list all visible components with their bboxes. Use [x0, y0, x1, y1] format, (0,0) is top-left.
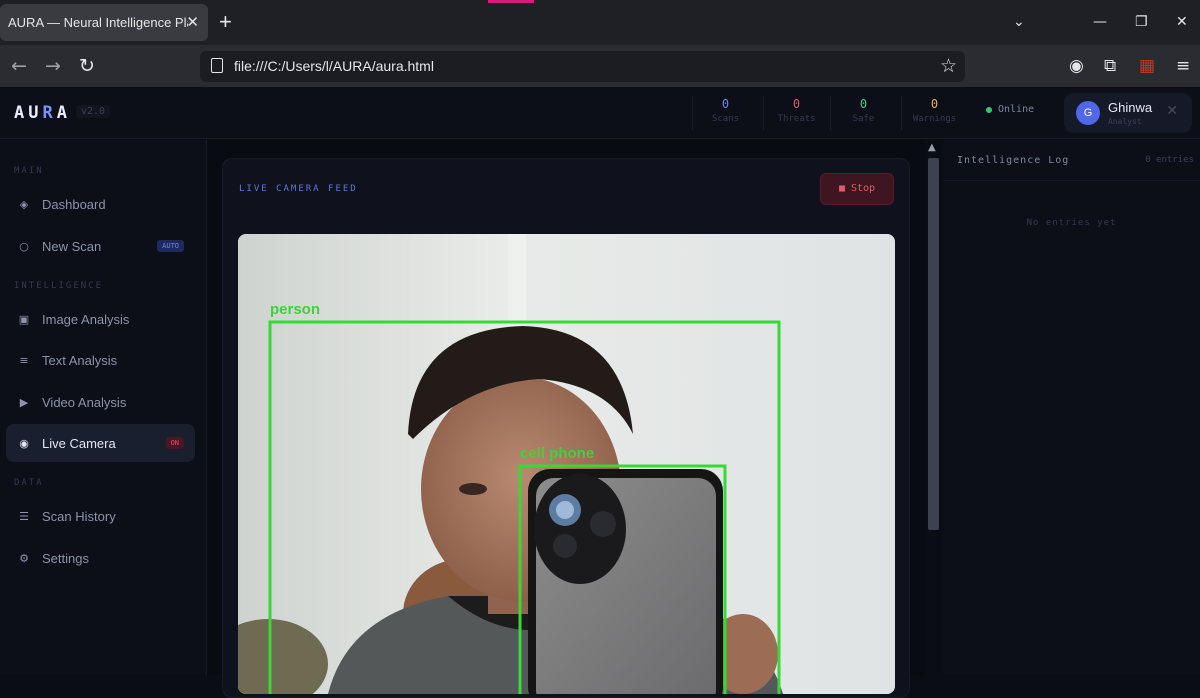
reload-icon[interactable]: ↻ — [79, 54, 95, 78]
stat-scans: 0 Scans — [692, 96, 758, 130]
log-empty-message: No entries yet — [1026, 218, 1117, 228]
on-badge: ON — [165, 437, 184, 449]
scrollbar[interactable]: ▲ — [925, 140, 943, 675]
scrollbar-thumb[interactable] — [928, 158, 939, 530]
page-icon — [211, 58, 223, 73]
tab-close-icon[interactable]: ✕ — [186, 13, 199, 31]
sidebar-item-label: Text Analysis — [42, 352, 118, 368]
stat-label: Safe — [852, 114, 875, 124]
new-tab-button[interactable]: + — [219, 10, 232, 34]
dashboard-icon: ◈ — [19, 197, 29, 211]
tab-title: AURA — Neural Intelligence Platform — [8, 15, 188, 30]
auto-badge: AUTO — [157, 240, 184, 252]
card-title: LIVE CAMERA FEED — [239, 184, 358, 194]
close-icon[interactable]: ✕ — [1166, 103, 1178, 119]
play-icon: ▶ — [19, 395, 29, 409]
sidebar-item-live-camera[interactable]: ◉ Live Camera ON — [6, 424, 195, 462]
sidebar-item-label: New Scan — [42, 238, 102, 254]
restore-icon[interactable]: ❐ — [1135, 12, 1148, 32]
status-dot-icon — [986, 106, 992, 113]
section-label-data: DATA — [14, 478, 44, 488]
extension-red-icon[interactable]: ▦ — [1139, 55, 1155, 77]
app-header: AURA v2.0 0 Scans 0 Threats 0 Safe 0 War… — [0, 87, 1200, 139]
camera-feed: person cell phone — [238, 234, 895, 694]
user-name: Ghinwa — [1108, 100, 1153, 115]
tab-accent-line — [488, 0, 534, 3]
new-scan-icon: ○ — [19, 239, 29, 253]
camera-frame: person cell phone — [238, 234, 895, 694]
sidebar-item-label: Live Camera — [42, 435, 116, 451]
stat-warnings: 0 Warnings — [901, 96, 967, 130]
scroll-up-arrow-icon[interactable]: ▲ — [928, 142, 936, 153]
address-bar[interactable]: file:///C:/Users/l/AURA/aura.html ☆ — [200, 51, 965, 82]
sidebar-item-new-scan[interactable]: ○ New Scan AUTO — [6, 227, 195, 265]
account-icon[interactable]: ◉ — [1069, 55, 1084, 77]
sidebar-item-label: Video Analysis — [42, 394, 127, 410]
status-indicator: Online — [986, 104, 1034, 115]
sidebar: MAIN ◈ Dashboard ○ New Scan AUTO INTELLI… — [0, 140, 207, 675]
sidebar-item-label: Scan History — [42, 508, 116, 524]
stat-label: Scans — [711, 114, 740, 124]
extensions-icon[interactable]: ⧉ — [1104, 55, 1116, 77]
log-title: Intelligence Log — [957, 155, 1070, 166]
version-badge: v2.0 — [76, 105, 111, 118]
camera-icon: ◉ — [19, 436, 29, 450]
back-arrow-icon[interactable]: ← — [11, 54, 27, 78]
close-window-icon[interactable]: ✕ — [1176, 12, 1188, 32]
sidebar-item-label: Image Analysis — [42, 311, 130, 327]
stat-label: Threats — [777, 114, 816, 124]
detection-label-cell-phone: cell phone — [520, 445, 594, 462]
intelligence-log-panel: Intelligence Log 0 entries No entries ye… — [943, 140, 1200, 675]
browser-tab[interactable]: AURA — Neural Intelligence Platform ✕ — [0, 4, 208, 41]
live-camera-card: LIVE CAMERA FEED ■ Stop person cell phon… — [222, 158, 910, 698]
app-logo: AURA — [14, 103, 71, 123]
stat-value: 0 — [721, 97, 730, 111]
sidebar-item-settings[interactable]: ⚙ Settings — [6, 539, 195, 577]
log-entry-count: 0 entries — [1145, 155, 1194, 165]
sidebar-item-image-analysis[interactable]: ▣ Image Analysis — [6, 300, 195, 338]
detection-label-person: person — [270, 301, 320, 318]
bookmark-star-icon[interactable]: ☆ — [940, 55, 957, 77]
stat-value: 0 — [792, 97, 801, 111]
tab-list-chevron-icon[interactable]: ⌄ — [1013, 12, 1025, 32]
sidebar-item-video-analysis[interactable]: ▶ Video Analysis — [6, 383, 195, 421]
status-text: Online — [998, 104, 1035, 115]
gear-icon: ⚙ — [19, 551, 29, 565]
avatar: G — [1076, 101, 1100, 125]
log-divider — [943, 180, 1200, 181]
sidebar-item-label: Settings — [42, 550, 89, 566]
section-label-main: MAIN — [14, 166, 44, 176]
browser-tab-bar: AURA — Neural Intelligence Platform ✕ + … — [0, 0, 1200, 45]
url-text[interactable]: file:///C:/Users/l/AURA/aura.html — [234, 58, 434, 74]
sidebar-item-text-analysis[interactable]: ≡ Text Analysis — [6, 341, 195, 379]
sidebar-item-dashboard[interactable]: ◈ Dashboard — [6, 185, 195, 223]
stat-label: Warnings — [912, 114, 957, 124]
stat-threats: 0 Threats — [763, 96, 829, 130]
stat-value: 0 — [859, 97, 868, 111]
sidebar-item-label: Dashboard — [42, 196, 106, 212]
user-role: Analyst — [1108, 117, 1142, 126]
minimize-icon[interactable]: — — [1093, 12, 1107, 32]
stat-safe: 0 Safe — [830, 96, 896, 130]
main-content: LIVE CAMERA FEED ■ Stop person cell phon… — [207, 140, 925, 698]
stat-value: 0 — [930, 97, 939, 111]
browser-nav-bar: ← → ↻ file:///C:/Users/l/AURA/aura.html … — [0, 45, 1200, 87]
history-icon: ☰ — [19, 509, 29, 523]
forward-arrow-icon[interactable]: → — [45, 54, 61, 78]
menu-icon[interactable]: ≡ — [1176, 55, 1190, 77]
section-label-intelligence: INTELLIGENCE — [14, 281, 104, 291]
sidebar-item-scan-history[interactable]: ☰ Scan History — [6, 497, 195, 535]
stop-button[interactable]: ■ Stop — [820, 173, 894, 205]
user-card[interactable]: G Ghinwa Analyst ✕ — [1064, 93, 1192, 133]
image-icon: ▣ — [18, 312, 30, 326]
text-icon: ≡ — [19, 353, 29, 367]
